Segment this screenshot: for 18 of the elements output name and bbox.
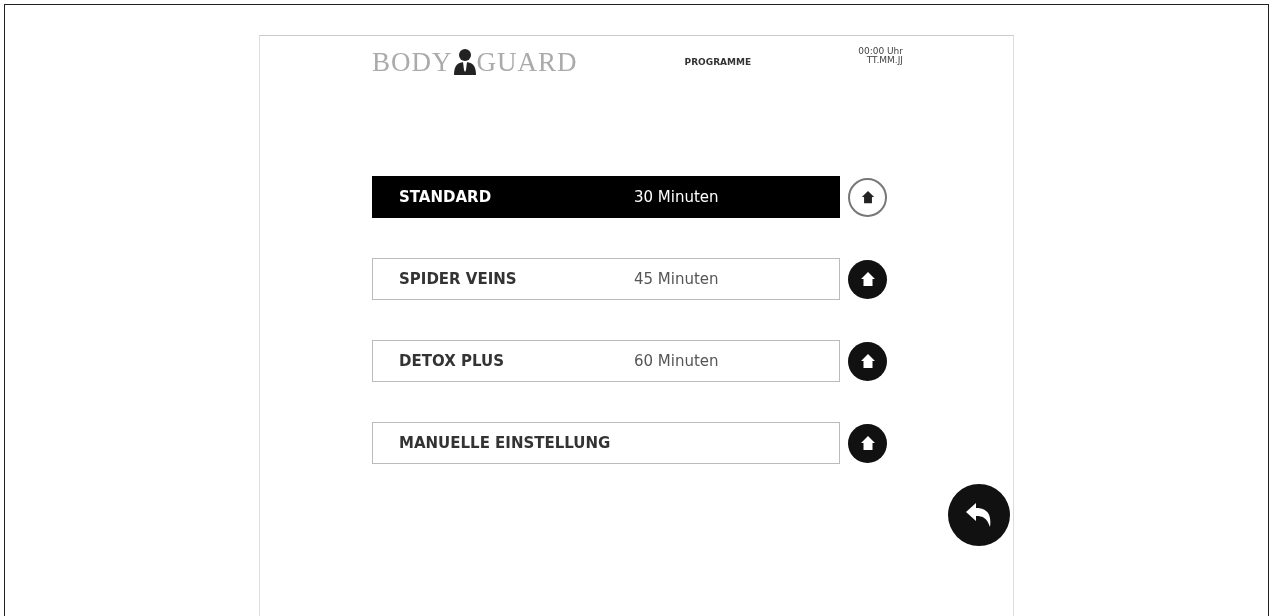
home-icon — [859, 353, 876, 369]
home-button[interactable] — [848, 423, 887, 463]
home-icon — [860, 190, 875, 204]
person-icon — [452, 48, 477, 76]
logo-text: GUARD — [476, 48, 578, 76]
program-bar[interactable]: STANDARD 30 Minuten — [372, 176, 840, 218]
home-button[interactable] — [848, 177, 887, 217]
home-button[interactable] — [848, 259, 887, 299]
time-text: 00:00 Uhr — [858, 46, 903, 56]
home-icon — [859, 435, 876, 451]
home-button[interactable] — [848, 341, 887, 381]
date-text: TT.MM.JJ — [865, 54, 903, 66]
home-icon — [859, 271, 876, 287]
program-bar[interactable]: MANUELLE EINSTELLUNG — [372, 422, 840, 464]
program-bar[interactable]: DETOX PLUS 60 Minuten — [372, 340, 840, 382]
screen-title: PROGRAMME — [684, 56, 752, 69]
logo-text: BODY — [372, 48, 453, 76]
program-bar[interactable]: SPIDER VEINS 45 Minuten — [372, 258, 840, 300]
